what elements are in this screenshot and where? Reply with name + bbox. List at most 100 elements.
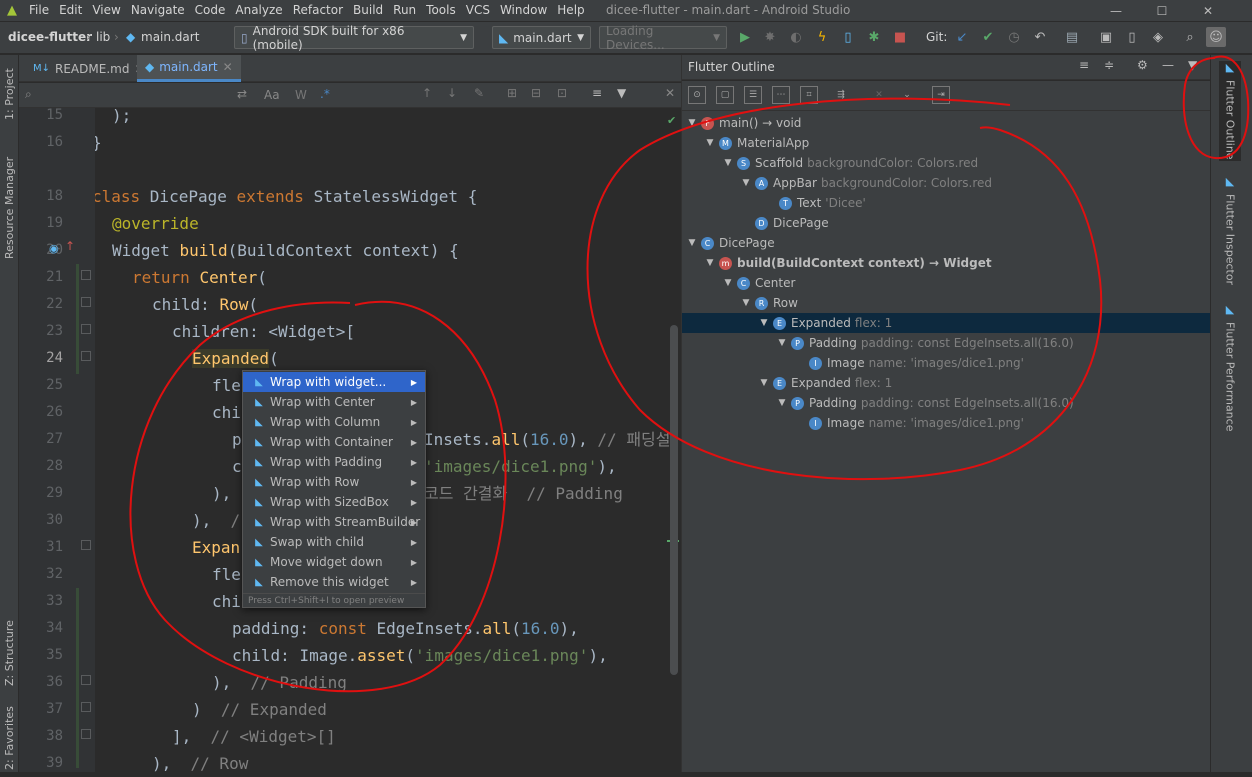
sdk-manager-icon[interactable]: ▣ [1096, 27, 1116, 47]
menu-run[interactable]: Run [388, 0, 421, 21]
git-rollback-icon[interactable]: ↶ [1030, 27, 1050, 47]
menu-build[interactable]: Build [348, 0, 388, 21]
maximize-button[interactable]: ☐ [1140, 0, 1184, 21]
menu-refactor[interactable]: Refactor [288, 0, 348, 21]
run-config-selector[interactable]: ◣ main.dart ▼ [492, 26, 591, 49]
override-marker-icon[interactable]: ↑ [65, 239, 75, 253]
fold-marker-icon[interactable] [81, 540, 91, 550]
popup-item-swap-with-child[interactable]: ◣ Swap with child ▶ [243, 532, 425, 552]
gradle-sync-icon[interactable]: ◈ [1148, 27, 1168, 47]
close-find-icon[interactable]: ✕ [665, 86, 675, 100]
popup-item-wrap-with-center[interactable]: ◣ Wrap with Center ▶ [243, 392, 425, 412]
outline-node[interactable]: ▼ S Scaffold backgroundColor: Colors.red [682, 153, 1210, 173]
outline-node[interactable]: ▼ C DicePage [682, 233, 1210, 253]
menu-edit[interactable]: Edit [54, 0, 87, 21]
git-history-icon[interactable]: ◷ [1004, 27, 1024, 47]
remove-selection-icon[interactable]: ⊟ [531, 86, 541, 100]
move-down-icon[interactable]: ⌄ [898, 86, 916, 104]
outline-tree[interactable]: ▼ Fmain() → void ▼ M MaterialApp ▼ S Scaffold… [682, 111, 1210, 772]
loading-devices-selector[interactable]: Loading Devices... ▼ [599, 24, 727, 52]
stop-icon[interactable]: ■ [890, 27, 910, 47]
git-commit-icon[interactable]: ✔ [978, 27, 998, 47]
pin-icon[interactable]: ✎ [474, 86, 484, 100]
popup-item-wrap-with-padding[interactable]: ◣ Wrap with Padding ▶ [243, 452, 425, 472]
words-toggle[interactable]: W [295, 88, 307, 102]
replace-icon[interactable]: ⇄ [237, 87, 247, 101]
fold-marker-icon[interactable] [81, 324, 91, 334]
project-structure-icon[interactable]: ▤ [1062, 27, 1082, 47]
editor-scrollbar[interactable] [670, 325, 678, 675]
outline-node[interactable]: ▼ m build(BuildContext context) → Widget [682, 253, 1210, 273]
popup-item-wrap-with-streambuilder[interactable]: ◣ Wrap with StreamBuilder ▶ [243, 512, 425, 532]
hide-icon[interactable]: — [1162, 58, 1174, 72]
remove-widget-icon[interactable]: ✕ [870, 86, 888, 104]
debug-icon[interactable]: ✸ [760, 27, 780, 47]
regex-toggle[interactable]: .* [320, 87, 330, 101]
tab-main-dart[interactable]: ◆ main.dart ✕ [137, 55, 241, 82]
close-icon[interactable]: ✕ [223, 60, 233, 74]
fold-marker-icon[interactable] [81, 270, 91, 280]
coverage-icon[interactable]: ◐ [786, 27, 806, 47]
menu-window[interactable]: Window [495, 0, 552, 21]
popup-item-wrap-with-container[interactable]: ◣ Wrap with Container ▶ [243, 432, 425, 452]
menu-view[interactable]: View [87, 0, 125, 21]
outline-node[interactable]: ▼ A AppBar backgroundColor: Colors.red [682, 173, 1210, 193]
extract-widget-icon[interactable]: ⇥ [932, 86, 950, 104]
inspection-ok-icon[interactable]: ✔ [667, 114, 676, 127]
fold-marker-icon[interactable] [81, 675, 91, 685]
fold-marker-icon[interactable] [81, 297, 91, 307]
project-tool-tab[interactable]: 1: Project [0, 59, 19, 129]
user-avatar-icon[interactable]: ☺ [1206, 27, 1226, 47]
outline-node-selected[interactable]: ▼ E Expanded flex: 1 [682, 313, 1210, 333]
extract-method-icon[interactable]: ⇶ [832, 86, 850, 104]
favorites-tool-tab[interactable]: 2: Favorites [0, 705, 19, 772]
outline-node[interactable]: D DicePage [682, 213, 1210, 233]
filter-icon[interactable]: ▼ [1188, 58, 1197, 72]
resource-manager-tool-tab[interactable]: Resource Manager [0, 149, 19, 267]
breadcrumb-lib[interactable]: lib [96, 30, 110, 44]
previous-occurrence-icon[interactable]: ↑ [422, 86, 432, 100]
menu-tools[interactable]: Tools [421, 0, 461, 21]
outline-node[interactable]: ▼ P Padding padding: const EdgeInsets.all(1… [682, 393, 1210, 413]
outline-node[interactable]: I Image name: 'images/dice1.png' [682, 413, 1210, 433]
avd-manager-icon[interactable]: ▯ [1122, 27, 1142, 47]
breadcrumb-main-dart[interactable]: main.dart [141, 30, 199, 44]
outline-node[interactable]: ▼ E Expanded flex: 1 [682, 373, 1210, 393]
outline-node[interactable]: ▼ C Center [682, 273, 1210, 293]
breadcrumb-project[interactable]: dicee-flutter [8, 30, 92, 44]
popup-item-wrap-with-row[interactable]: ◣ Wrap with Row ▶ [243, 472, 425, 492]
fold-marker-icon[interactable] [81, 351, 91, 361]
device-selector[interactable]: ▯ Android SDK built for x86 (mobile) ▼ [234, 24, 474, 52]
expand-all-icon[interactable]: ≡ [1079, 58, 1089, 72]
popup-item-move-widget-down[interactable]: ◣ Move widget down ▶ [243, 552, 425, 572]
close-window-button[interactable]: ✕ [1186, 0, 1230, 21]
search-icon[interactable]: ⌕ [25, 87, 32, 102]
search-icon[interactable]: ⌕ [1180, 27, 1200, 47]
next-occurrence-icon[interactable]: ↓ [447, 86, 457, 100]
select-all-icon[interactable]: ⊡ [557, 86, 567, 100]
hot-restart-icon[interactable]: ▯ [838, 27, 858, 47]
outline-node[interactable]: ▼ M MaterialApp [682, 133, 1210, 153]
outline-node[interactable]: ▼ R Row [682, 293, 1210, 313]
menu-analyze[interactable]: Analyze [230, 0, 287, 21]
popup-item-wrap-with-widget[interactable]: ◣ Wrap with widget... ▶ [243, 372, 425, 392]
wrap-center-icon[interactable]: ⊙ [688, 86, 706, 104]
menu-file[interactable]: File [24, 0, 54, 21]
tab-readme[interactable]: M↓ README.md ✕ [25, 55, 153, 82]
popup-item-wrap-with-column[interactable]: ◣ Wrap with Column ▶ [243, 412, 425, 432]
add-selection-icon[interactable]: ⊞ [507, 86, 517, 100]
outline-node[interactable]: ▼ Fmain() → void [682, 113, 1210, 133]
hot-reload-icon[interactable]: ϟ [812, 27, 832, 47]
fold-marker-icon[interactable] [81, 729, 91, 739]
popup-item-remove-this-widget[interactable]: ◣ Remove this widget ▶ [243, 572, 425, 592]
wrap-padding-icon[interactable]: ▢ [716, 86, 734, 104]
flutter-outline-tool-tab[interactable]: ◣ Flutter Outline [1219, 61, 1241, 161]
menu-code[interactable]: Code [190, 0, 231, 21]
filter-icon[interactable]: ▼ [617, 86, 626, 100]
outline-node[interactable]: I Image name: 'images/dice1.png' [682, 353, 1210, 373]
flutter-performance-tool-tab[interactable]: ◣ Flutter Performance [1219, 303, 1241, 433]
run-icon[interactable]: ▶ [735, 27, 755, 47]
wrap-row-icon[interactable]: ⋯ [772, 86, 790, 104]
attach-debugger-icon[interactable]: ✱ [864, 27, 884, 47]
filter-options-icon[interactable]: ≡ [592, 86, 602, 100]
